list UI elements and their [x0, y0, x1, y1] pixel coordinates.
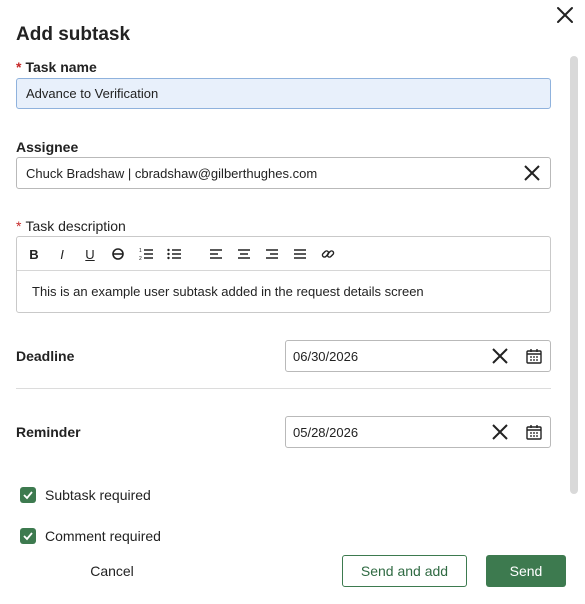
assignee-input[interactable]: Chuck Bradshaw | cbradshaw@gilberthughes… — [16, 157, 551, 189]
subtask-required-checkbox[interactable] — [20, 487, 36, 503]
italic-icon[interactable]: I — [53, 245, 71, 263]
align-right-icon[interactable] — [263, 245, 281, 263]
clear-reminder-icon[interactable] — [491, 423, 509, 441]
strikethrough-icon[interactable] — [109, 245, 127, 263]
required-mark: * — [16, 59, 22, 75]
dialog-title: Add subtask — [16, 24, 131, 45]
deadline-date-input[interactable]: 06/30/2026 — [285, 340, 551, 372]
reminder-value: 05/28/2026 — [293, 424, 359, 440]
clear-assignee-icon[interactable] — [523, 164, 541, 182]
task-name-value: Advance to Verification — [26, 86, 159, 101]
align-center-icon[interactable] — [235, 245, 253, 263]
editor-toolbar: B I U 12 — [17, 237, 550, 271]
divider — [16, 388, 551, 389]
scrollbar[interactable] — [570, 56, 578, 494]
deadline-value: 06/30/2026 — [293, 348, 359, 364]
svg-text:1: 1 — [139, 248, 142, 254]
comment-required-checkbox[interactable] — [20, 528, 36, 544]
task-description-label: * Task description — [16, 218, 126, 234]
calendar-icon[interactable] — [526, 348, 542, 364]
send-button[interactable]: Send — [486, 555, 566, 587]
required-mark: * — [16, 218, 22, 234]
bullet-list-icon[interactable] — [165, 245, 183, 263]
justify-icon[interactable] — [291, 245, 309, 263]
subtask-required-label: Subtask required — [45, 487, 151, 503]
comment-required-row[interactable]: Comment required — [20, 528, 161, 544]
comment-required-label: Comment required — [45, 528, 161, 544]
close-icon[interactable] — [555, 5, 575, 25]
reminder-date-input[interactable]: 05/28/2026 — [285, 416, 551, 448]
calendar-icon[interactable] — [526, 424, 542, 440]
task-name-label: * Task name — [16, 59, 97, 75]
svg-text:2: 2 — [139, 256, 142, 261]
assignee-value: Chuck Bradshaw | cbradshaw@gilberthughes… — [26, 165, 318, 181]
task-description-text[interactable]: This is an example user subtask added in… — [17, 271, 550, 312]
add-subtask-dialog: Add subtask * Task name Advance to Verifi… — [0, 0, 585, 604]
assignee-label: Assignee — [16, 139, 79, 155]
bold-icon[interactable]: B — [25, 245, 43, 263]
underline-icon[interactable]: U — [81, 245, 99, 263]
task-description-editor[interactable]: B I U 12 This is an example user subtask… — [16, 236, 551, 313]
deadline-label: Deadline — [16, 348, 75, 364]
clear-deadline-icon[interactable] — [491, 347, 509, 365]
ordered-list-icon[interactable]: 12 — [137, 245, 155, 263]
send-and-add-button[interactable]: Send and add — [342, 555, 467, 587]
cancel-button[interactable]: Cancel — [77, 555, 147, 587]
reminder-label: Reminder — [16, 424, 81, 440]
task-name-input[interactable]: Advance to Verification — [16, 78, 551, 109]
subtask-required-row[interactable]: Subtask required — [20, 487, 151, 503]
align-left-icon[interactable] — [207, 245, 225, 263]
link-icon[interactable] — [319, 245, 337, 263]
